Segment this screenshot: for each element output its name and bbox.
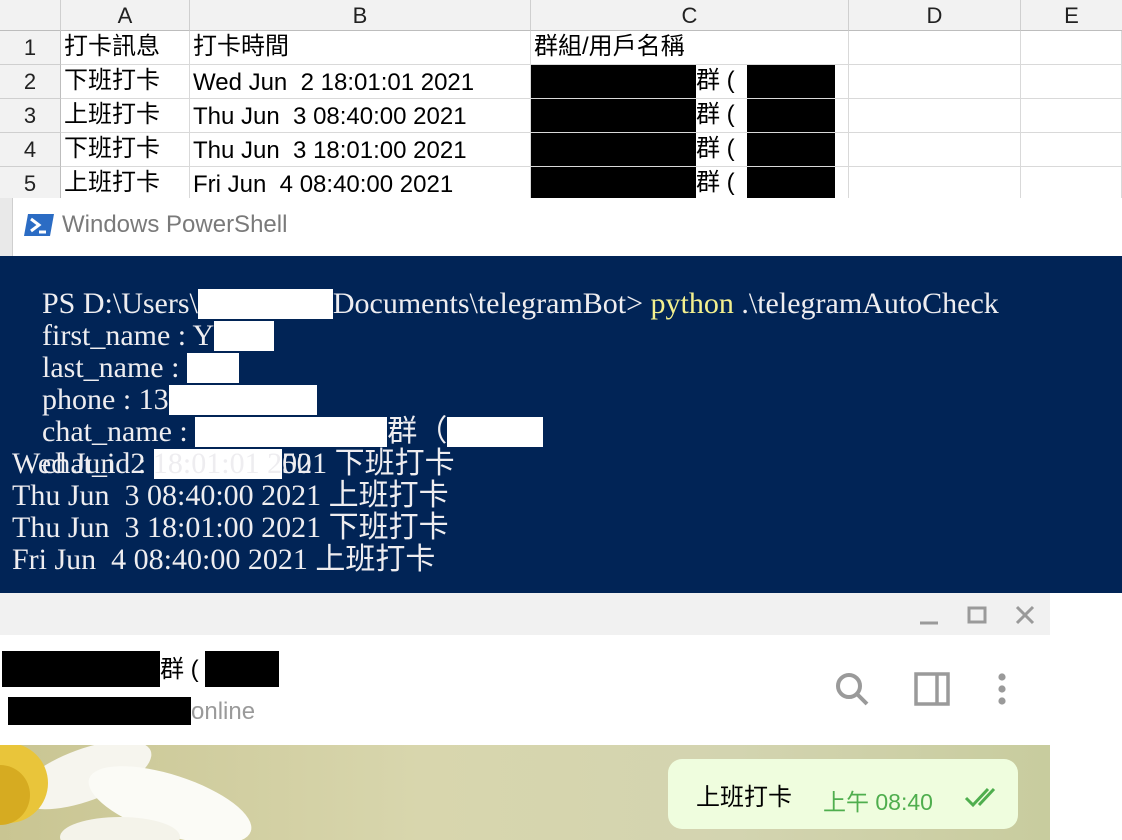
chat-status: online <box>8 697 255 727</box>
console-last-name: last_name : <box>12 320 239 384</box>
search-icon[interactable] <box>832 669 872 709</box>
console-chat-id: chat_id : 50 <box>12 416 312 480</box>
cell-e4[interactable] <box>1021 133 1122 167</box>
console-log-line: Thu Jun 3 08:40:00 2021 上班打卡 <box>12 479 449 512</box>
console-chat-name: chat_name : 群（ <box>12 384 544 448</box>
group-name-text: 群 ( <box>696 135 735 162</box>
redaction <box>8 697 191 725</box>
row-header[interactable]: 5 <box>0 167 61 200</box>
maximize-icon[interactable] <box>960 597 994 631</box>
sheet-edge <box>0 198 13 256</box>
chat-title-suffix: 群 ( <box>160 656 199 683</box>
header-cell-group[interactable]: 群組/用戶名稱 <box>531 31 849 65</box>
more-vertical-icon[interactable] <box>982 669 1022 709</box>
column-header-b[interactable]: B <box>190 0 531 31</box>
cell-e1[interactable] <box>1021 31 1122 65</box>
message-cell[interactable]: 上班打卡 <box>61 167 190 200</box>
chat-title[interactable]: 群 ( <box>2 651 279 689</box>
powershell-titlebar[interactable]: Windows PowerShell <box>0 198 1122 256</box>
group-name-text: 群 ( <box>696 101 735 128</box>
chat-name-suffix: 群（ <box>387 415 448 448</box>
redaction <box>447 417 544 447</box>
time-cell[interactable]: Wed Jun 2 18:01:01 2021 <box>190 65 531 99</box>
group-cell[interactable]: 群 ( <box>531 133 849 167</box>
telegram-window: 群 ( online 上班打卡 上午 08:40 <box>0 593 1050 840</box>
prompt-path: Documents\telegramBot> <box>332 287 644 320</box>
message-time: 上午 08:40 <box>823 789 933 815</box>
message-cell[interactable]: 下班打卡 <box>61 65 190 99</box>
column-header-a[interactable]: A <box>61 0 190 31</box>
time-cell[interactable]: Fri Jun 4 08:40:00 2021 <box>190 167 531 200</box>
time-cell[interactable]: Thu Jun 3 08:40:00 2021 <box>190 99 531 133</box>
redaction <box>747 133 835 166</box>
header-cell-message[interactable]: 打卡訊息 <box>61 31 190 65</box>
command-name: python <box>650 287 734 320</box>
cell-d4[interactable] <box>849 133 1021 167</box>
wallpaper-flower <box>0 745 252 840</box>
row-header[interactable]: 3 <box>0 99 61 133</box>
row-header[interactable]: 1 <box>0 31 61 65</box>
redaction <box>2 651 160 687</box>
console-first-name: first_name : Y <box>12 288 275 352</box>
console-log-line: Thu Jun 3 18:01:00 2021 下班打卡 <box>12 511 449 544</box>
telegram-titlebar[interactable] <box>0 593 1050 635</box>
redaction <box>747 65 835 98</box>
select-all-corner[interactable] <box>0 0 61 31</box>
group-name-text: 群 ( <box>696 169 735 196</box>
chat-header[interactable]: 群 ( online <box>0 635 1050 746</box>
column-header-e[interactable]: E <box>1021 0 1122 31</box>
spreadsheet: A B C D E 1 打卡訊息 打卡時間 群組/用戶名稱 2 下班打卡 Wed… <box>0 0 1122 200</box>
cell-e3[interactable] <box>1021 99 1122 133</box>
message-text: 上班打卡 <box>696 784 792 811</box>
redaction <box>531 167 696 199</box>
chat-area[interactable]: 上班打卡 上午 08:40 <box>0 745 1050 840</box>
window-title: Windows PowerShell <box>62 211 288 238</box>
cell-e2[interactable] <box>1021 65 1122 99</box>
group-name-text: 群 ( <box>696 67 735 94</box>
console-phone: phone : 13 <box>12 352 317 416</box>
powershell-icon <box>24 214 54 236</box>
double-check-icon <box>964 787 996 808</box>
group-cell[interactable]: 群 ( <box>531 65 849 99</box>
close-icon[interactable] <box>1008 597 1042 631</box>
header-cell-time[interactable]: 打卡時間 <box>190 31 531 65</box>
cell-d1[interactable] <box>849 31 1021 65</box>
console-prompt-line: PS D:\Users\ Documents\telegramBot> pytho… <box>12 256 999 320</box>
redaction <box>531 99 696 132</box>
message-cell[interactable]: 下班打卡 <box>61 133 190 167</box>
powershell-console[interactable]: PS D:\Users\ Documents\telegramBot> pytho… <box>0 256 1122 593</box>
row-header[interactable]: 4 <box>0 133 61 167</box>
row-header[interactable]: 2 <box>0 65 61 99</box>
status-text: online <box>191 698 256 725</box>
command-argument: .\telegramAutoCheck <box>741 287 999 320</box>
redaction <box>531 133 696 166</box>
redaction <box>747 99 835 132</box>
console-log-line: Fri Jun 4 08:40:00 2021 上班打卡 <box>12 543 436 576</box>
group-cell[interactable]: 群 ( <box>531 167 849 200</box>
cell-e5[interactable] <box>1021 167 1122 200</box>
column-header-c[interactable]: C <box>531 0 849 31</box>
column-header-d[interactable]: D <box>849 0 1021 31</box>
message-bubble[interactable]: 上班打卡 上午 08:40 <box>668 759 1018 829</box>
group-cell[interactable]: 群 ( <box>531 99 849 133</box>
time-cell[interactable]: Thu Jun 3 18:01:00 2021 <box>190 133 531 167</box>
cell-d5[interactable] <box>849 167 1021 200</box>
cell-d2[interactable] <box>849 65 1021 99</box>
redaction <box>531 65 696 98</box>
redaction <box>747 167 835 199</box>
sidebar-toggle-icon[interactable] <box>912 669 952 709</box>
console-log-line: Wed Jun 2 18:01:01 2021 下班打卡 <box>12 447 455 480</box>
message-cell[interactable]: 上班打卡 <box>61 99 190 133</box>
cell-d3[interactable] <box>849 99 1021 133</box>
redaction <box>204 651 279 687</box>
minimize-icon[interactable] <box>912 597 946 631</box>
